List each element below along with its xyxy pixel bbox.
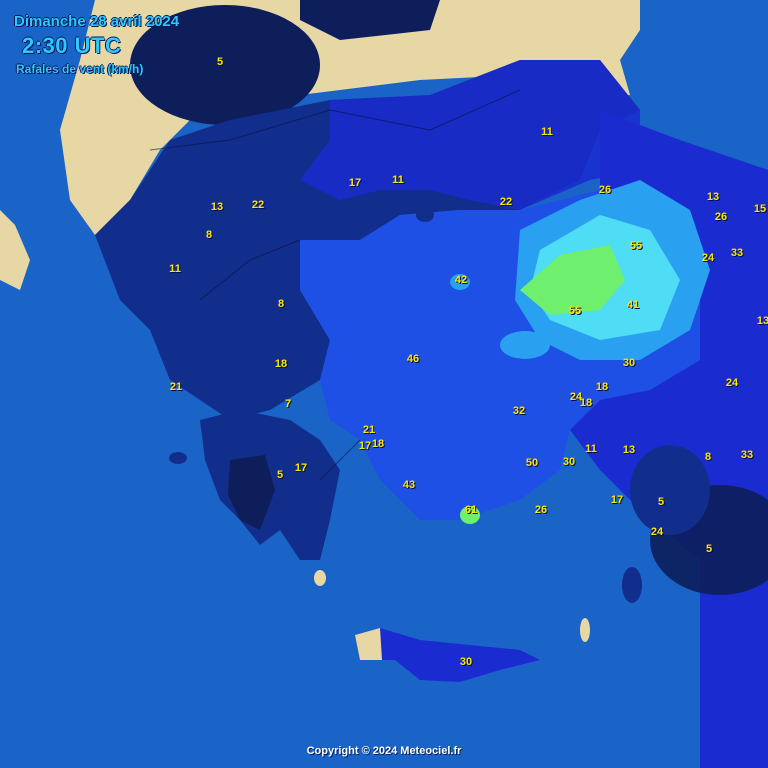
gust-value: 42 (454, 274, 468, 286)
map-variable: Rafales de vent (km/h) (16, 62, 144, 76)
copyright-notice: Copyright © 2024 Meteociel.fr (306, 745, 462, 757)
gust-value: 17 (358, 440, 372, 452)
gust-value: 46 (406, 353, 420, 365)
gust-value: 17 (610, 494, 624, 506)
gust-value: 24 (725, 377, 739, 389)
gust-value: 18 (595, 381, 609, 393)
island-zakynthos (169, 452, 187, 464)
gust-value: 24 (650, 526, 664, 538)
gust-value: 8 (704, 451, 712, 463)
gust-value: 13 (210, 201, 224, 213)
gust-value: 33 (730, 247, 744, 259)
gust-value: 61 (464, 504, 478, 516)
gust-value: 30 (562, 456, 576, 468)
gust-value: 17 (294, 462, 308, 474)
gust-value: 13 (622, 444, 636, 456)
gust-value: 11 (169, 263, 181, 275)
gust-value: 21 (362, 424, 376, 436)
map-date: Dimanche 28 avril 2024 (14, 13, 180, 30)
gust-value: 32 (512, 405, 526, 417)
island-kythira (314, 570, 326, 586)
gust-value: 30 (459, 656, 473, 668)
gust-value: 21 (169, 381, 183, 393)
gust-value: 11 (541, 126, 553, 138)
gust-value: 8 (205, 229, 213, 241)
island-lesbos (500, 331, 550, 359)
gust-value: 13 (756, 315, 768, 327)
gust-value: 26 (714, 211, 728, 223)
gust-value: 5 (276, 469, 284, 481)
gust-value: 17 (348, 177, 362, 189)
gust-value: 26 (534, 504, 548, 516)
gust-value: 11 (585, 443, 597, 455)
island-rhodes (622, 567, 642, 603)
gust-value: 22 (251, 199, 265, 211)
gust-value: 11 (392, 174, 404, 186)
gust-value: 55 (629, 240, 643, 252)
gust-value: 55 (568, 305, 582, 317)
zone-se-low (630, 445, 710, 535)
gust-value: 18 (371, 438, 385, 450)
weather-map: Dimanche 28 avril 2024 2:30 UTC Rafales … (0, 0, 768, 768)
map-time: 2:30 UTC (22, 33, 122, 58)
gust-value: 5 (657, 496, 665, 508)
gust-value: 18 (579, 397, 593, 409)
gust-value: 22 (499, 196, 513, 208)
gust-value: 26 (598, 184, 612, 196)
island-thasos (416, 208, 434, 222)
island-karpathos (580, 618, 590, 642)
gust-value: 18 (274, 358, 288, 370)
gust-value: 5 (216, 56, 224, 68)
gust-value: 8 (277, 298, 285, 310)
gust-value: 30 (622, 357, 636, 369)
gust-value: 13 (706, 191, 720, 203)
gust-value: 41 (626, 299, 640, 311)
gust-value: 33 (740, 449, 754, 461)
gust-value: 5 (705, 543, 713, 555)
gust-value: 24 (701, 252, 715, 264)
map-canvas (0, 0, 768, 768)
gust-value: 15 (753, 203, 767, 215)
gust-value: 50 (525, 457, 539, 469)
gust-value: 43 (402, 479, 416, 491)
gust-value: 7 (284, 398, 292, 410)
